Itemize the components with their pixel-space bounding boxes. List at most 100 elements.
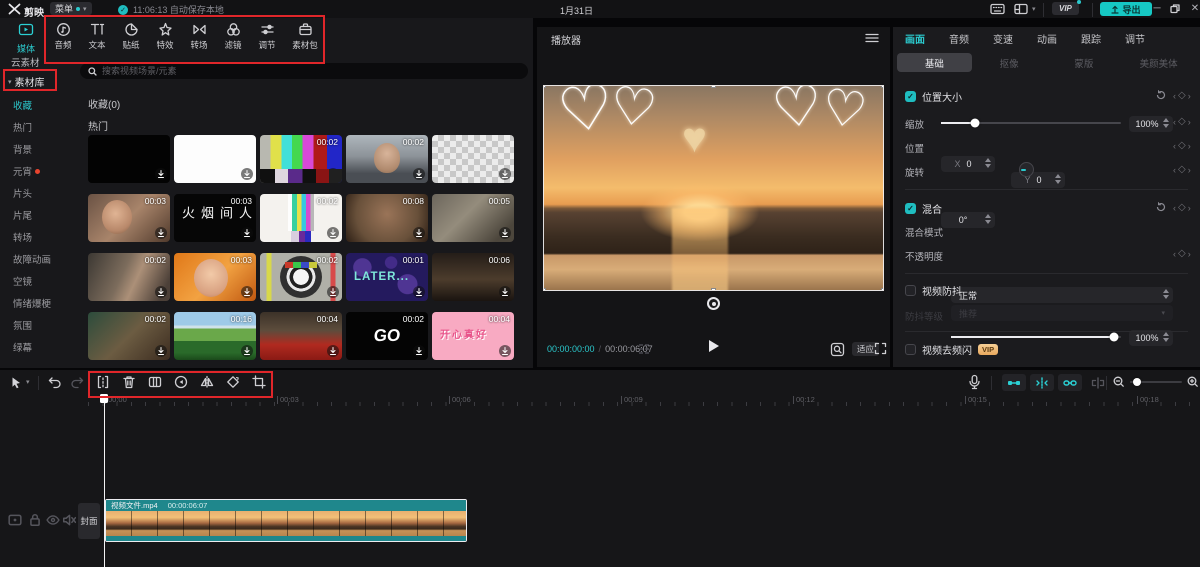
download-icon[interactable] xyxy=(155,286,167,298)
deflicker-checkbox[interactable] xyxy=(905,344,916,355)
subtab-beauty[interactable]: 美颜美体 xyxy=(1121,53,1196,72)
download-icon[interactable] xyxy=(499,168,511,180)
position-y-box[interactable]: Y 0 xyxy=(1011,172,1065,188)
stepper-icon[interactable] xyxy=(985,158,991,168)
nav-tab-media[interactable]: 媒体 xyxy=(6,23,46,55)
material-thumb-white[interactable] xyxy=(174,135,256,183)
zoom-in-icon[interactable] xyxy=(1187,376,1199,388)
download-icon[interactable] xyxy=(327,345,339,357)
material-thumb-cry[interactable]: 00:08 xyxy=(346,194,428,242)
material-thumb-shock[interactable]: 00:02 xyxy=(88,312,170,360)
scale-keyframe[interactable]: ‹◇› xyxy=(1173,116,1191,127)
subtab-cutout[interactable]: 抠像 xyxy=(972,53,1047,72)
blend-reset-icon[interactable] xyxy=(1155,201,1167,213)
download-icon[interactable] xyxy=(327,286,339,298)
download-icon[interactable] xyxy=(155,168,167,180)
sidebar-item-memes[interactable]: 情绪爆梗 xyxy=(0,292,68,314)
tab-adjust[interactable]: 调节 xyxy=(1125,31,1145,46)
tab-video[interactable]: 画面 xyxy=(905,31,925,46)
material-thumb-testcard[interactable]: 00:02 xyxy=(260,253,342,301)
material-thumb-laugh[interactable]: 00:03 xyxy=(88,194,170,242)
window-minimize-button[interactable]: ─ xyxy=(1148,3,1166,14)
keyframe-control[interactable]: ‹◇› xyxy=(1173,90,1191,101)
quality-grid-icon[interactable] xyxy=(637,343,651,355)
download-icon[interactable] xyxy=(499,286,511,298)
download-icon[interactable] xyxy=(413,286,425,298)
tab-animation[interactable]: 动画 xyxy=(1037,31,1057,46)
resize-handle-n[interactable] xyxy=(711,85,716,88)
opacity-slider[interactable] xyxy=(951,336,1121,338)
download-icon[interactable] xyxy=(241,286,253,298)
stepper-icon[interactable] xyxy=(1055,174,1061,184)
select-tool-chevron[interactable]: ▾ xyxy=(26,378,30,386)
zoom-out-icon[interactable] xyxy=(1113,376,1125,388)
material-thumb-scene[interactable]: 00:02 xyxy=(88,253,170,301)
menu-button[interactable]: 菜单 ▾ xyxy=(50,2,92,15)
playhead-line[interactable] xyxy=(104,394,105,567)
vip-button[interactable]: VIP xyxy=(1052,2,1079,15)
search-input[interactable] xyxy=(80,63,528,79)
resize-handle-se[interactable] xyxy=(881,288,884,291)
tab-tracking[interactable]: 跟踪 xyxy=(1081,31,1101,46)
download-icon[interactable] xyxy=(499,227,511,239)
download-icon[interactable] xyxy=(413,227,425,239)
subtab-mask[interactable]: 蒙版 xyxy=(1047,53,1122,72)
stepper-icon[interactable] xyxy=(1163,118,1169,128)
download-icon[interactable] xyxy=(499,345,511,357)
blend-checkbox[interactable]: ✓ xyxy=(905,203,916,214)
rotate-value-box[interactable]: 0° xyxy=(941,212,995,228)
tab-speed[interactable]: 变速 xyxy=(993,31,1013,46)
select-tool-icon[interactable] xyxy=(10,376,23,389)
timeline-zoom-slider[interactable] xyxy=(1130,381,1182,383)
redo-icon[interactable] xyxy=(70,375,84,389)
linkage-toggle[interactable] xyxy=(1058,374,1082,391)
position-keyframe[interactable]: ‹◇› xyxy=(1173,140,1191,151)
sidebar-item-favorites[interactable]: 收藏 xyxy=(0,94,68,116)
window-restore-button[interactable] xyxy=(1170,4,1180,14)
fullscreen-icon[interactable] xyxy=(874,342,887,355)
sidebar-item-hot[interactable]: 热门 xyxy=(0,116,68,138)
scale-value-box[interactable]: 100% xyxy=(1129,116,1173,132)
undo-icon[interactable] xyxy=(48,375,62,389)
material-thumb-car[interactable]: 00:06 xyxy=(432,253,514,301)
resize-handle-ne[interactable] xyxy=(881,85,884,88)
download-icon[interactable] xyxy=(241,168,253,180)
resize-handle-sw[interactable] xyxy=(543,288,546,291)
eye-icon[interactable] xyxy=(46,513,60,527)
timeline-clip[interactable]: 视频文件.mp4 00:00:06:07 xyxy=(105,499,467,542)
window-close-button[interactable]: ✕ xyxy=(1186,3,1200,14)
track-thumb-icon[interactable] xyxy=(8,513,22,527)
material-thumb-portrait[interactable]: 00:02 xyxy=(346,135,428,183)
layout-panels-icon[interactable] xyxy=(1014,3,1028,15)
sidebar-item-greenscreen[interactable]: 绿幕 xyxy=(0,336,68,358)
position-x-box[interactable]: X 0 xyxy=(941,156,995,172)
material-thumb-smile[interactable]: 00:03 xyxy=(174,253,256,301)
play-button[interactable] xyxy=(709,340,719,352)
nav-item-cloud-material[interactable]: 云素材 xyxy=(11,55,40,69)
subtab-basic[interactable]: 基础 xyxy=(897,53,972,72)
material-thumb-calligraphy[interactable]: 人间烟火00:03 xyxy=(174,194,256,242)
download-icon[interactable] xyxy=(327,227,339,239)
material-thumb-duo[interactable]: 00:05 xyxy=(432,194,514,242)
video-preview[interactable]: ♡ ♡ ♡ ♡ ♥ xyxy=(543,85,884,291)
download-icon[interactable] xyxy=(327,168,339,180)
stepper-icon[interactable] xyxy=(1163,289,1169,299)
lock-icon[interactable] xyxy=(28,513,42,527)
sidebar-item-broll[interactable]: 空镜 xyxy=(0,270,68,292)
opacity-keyframe[interactable]: ‹◇› xyxy=(1173,248,1191,259)
stabilize-checkbox[interactable] xyxy=(905,285,916,296)
material-thumb-colorbars[interactable]: 00:02 xyxy=(260,135,342,183)
stepper-icon[interactable] xyxy=(985,214,991,224)
record-mic-icon[interactable] xyxy=(968,374,981,390)
opacity-value-box[interactable]: 100% xyxy=(1129,330,1173,346)
sidebar-item-transition[interactable]: 转场 xyxy=(0,226,68,248)
material-thumb-pink[interactable]: 开心真好00:04 xyxy=(432,312,514,360)
download-icon[interactable] xyxy=(413,168,425,180)
download-icon[interactable] xyxy=(155,227,167,239)
rotate-keyframe[interactable]: ‹◇› xyxy=(1173,164,1191,175)
download-icon[interactable] xyxy=(241,227,253,239)
blend-mode-dropdown[interactable]: 正常 xyxy=(951,287,1173,303)
material-thumb-go[interactable]: GO00:02 xyxy=(346,312,428,360)
shortcut-keyboard-icon[interactable] xyxy=(990,3,1005,15)
sidebar-item-glitch[interactable]: 故障动画 xyxy=(0,248,68,270)
